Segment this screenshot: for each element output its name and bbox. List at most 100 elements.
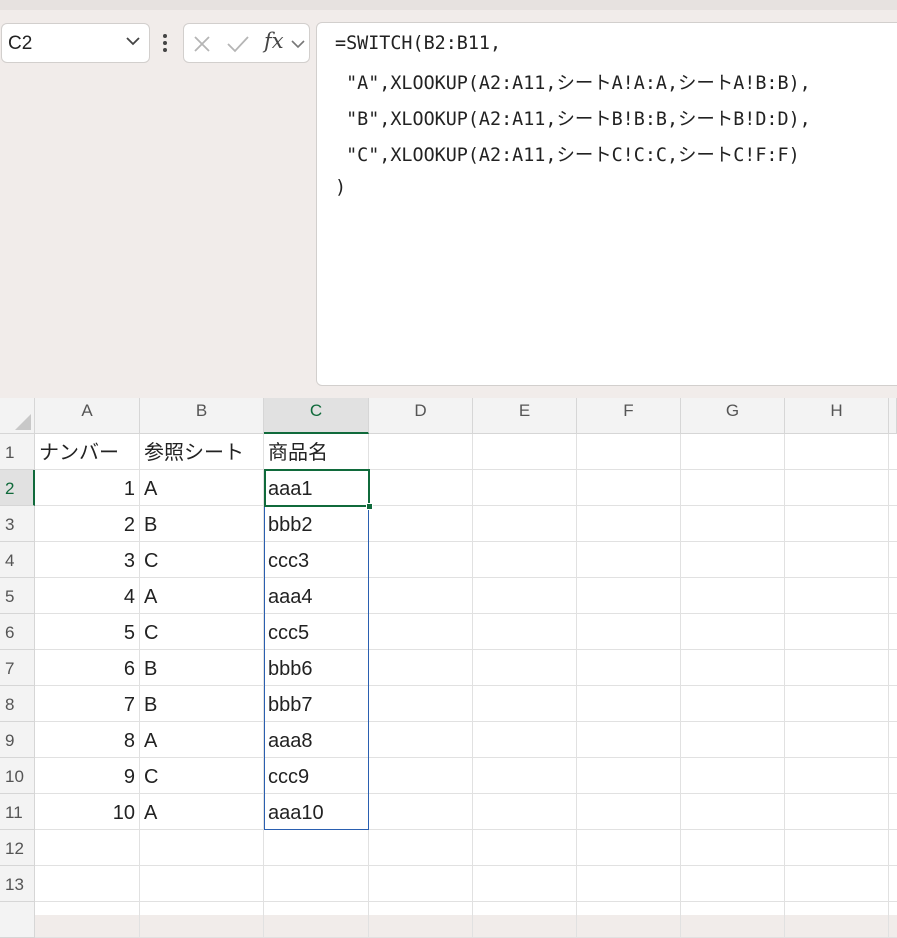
- column-header-a[interactable]: A: [35, 398, 140, 434]
- empty-cell[interactable]: [681, 794, 785, 830]
- empty-cell[interactable]: [889, 902, 897, 938]
- empty-cell[interactable]: [369, 902, 473, 938]
- column-header-g[interactable]: G: [681, 398, 785, 434]
- empty-cell[interactable]: [889, 578, 897, 614]
- cell-b3[interactable]: B: [140, 506, 264, 542]
- empty-cell[interactable]: [35, 902, 140, 938]
- empty-cell[interactable]: [369, 542, 473, 578]
- empty-cell[interactable]: [785, 794, 889, 830]
- empty-cell[interactable]: [577, 614, 681, 650]
- empty-cell[interactable]: [473, 434, 577, 470]
- worksheet-grid[interactable]: A B C D E F G H 1 2 3 4 5 6 7 8 9 10 11 …: [0, 398, 897, 938]
- column-header-e[interactable]: E: [473, 398, 577, 434]
- empty-cell[interactable]: [681, 902, 785, 938]
- empty-cell[interactable]: [577, 434, 681, 470]
- cancel-icon[interactable]: [192, 34, 212, 54]
- empty-cell[interactable]: [140, 902, 264, 938]
- cell-a8[interactable]: 7: [35, 686, 140, 722]
- empty-cell[interactable]: [681, 722, 785, 758]
- empty-cell[interactable]: [577, 830, 681, 866]
- empty-cell[interactable]: [785, 650, 889, 686]
- empty-cell[interactable]: [264, 902, 369, 938]
- empty-cell[interactable]: [681, 758, 785, 794]
- empty-cell[interactable]: [369, 506, 473, 542]
- empty-cell[interactable]: [889, 866, 897, 902]
- cell-a1[interactable]: ナンバー: [35, 434, 140, 470]
- cell-b5[interactable]: A: [140, 578, 264, 614]
- insert-function-icon[interactable]: fx: [264, 29, 284, 53]
- empty-cell[interactable]: [785, 614, 889, 650]
- empty-cell[interactable]: [889, 434, 897, 470]
- cell-b6[interactable]: C: [140, 614, 264, 650]
- empty-cell[interactable]: [785, 470, 889, 506]
- empty-cell[interactable]: [369, 758, 473, 794]
- empty-cell[interactable]: [577, 794, 681, 830]
- cell-b9[interactable]: A: [140, 722, 264, 758]
- empty-cell[interactable]: [785, 758, 889, 794]
- row-header-13[interactable]: 13: [0, 866, 35, 902]
- row-header-6[interactable]: 6: [0, 614, 35, 650]
- cell-b4[interactable]: C: [140, 542, 264, 578]
- empty-cell[interactable]: [473, 794, 577, 830]
- empty-cell[interactable]: [369, 866, 473, 902]
- empty-cell[interactable]: [577, 542, 681, 578]
- cell-a10[interactable]: 9: [35, 758, 140, 794]
- empty-cell[interactable]: [681, 614, 785, 650]
- empty-cell[interactable]: [264, 830, 369, 866]
- chevron-down-icon[interactable]: [290, 36, 306, 52]
- empty-cell[interactable]: [889, 614, 897, 650]
- cell-c11[interactable]: aaa10: [264, 794, 369, 830]
- cell-b11[interactable]: A: [140, 794, 264, 830]
- cell-c10[interactable]: ccc9: [264, 758, 369, 794]
- row-header-2[interactable]: 2: [0, 470, 35, 506]
- empty-cell[interactable]: [577, 650, 681, 686]
- empty-cell[interactable]: [35, 866, 140, 902]
- empty-cell[interactable]: [577, 722, 681, 758]
- empty-cell[interactable]: [473, 542, 577, 578]
- empty-cell[interactable]: [473, 506, 577, 542]
- row-header-5[interactable]: 5: [0, 578, 35, 614]
- empty-cell[interactable]: [473, 650, 577, 686]
- cell-c9[interactable]: aaa8: [264, 722, 369, 758]
- empty-cell[interactable]: [681, 830, 785, 866]
- column-header-c[interactable]: C: [264, 398, 369, 434]
- empty-cell[interactable]: [473, 614, 577, 650]
- cell-a6[interactable]: 5: [35, 614, 140, 650]
- column-header-b[interactable]: B: [140, 398, 264, 434]
- row-header-14[interactable]: [0, 902, 35, 938]
- empty-cell[interactable]: [889, 830, 897, 866]
- column-header-f[interactable]: F: [577, 398, 681, 434]
- empty-cell[interactable]: [785, 434, 889, 470]
- empty-cell[interactable]: [473, 758, 577, 794]
- cell-c1[interactable]: 商品名: [264, 434, 369, 470]
- row-header-12[interactable]: 12: [0, 830, 35, 866]
- empty-cell[interactable]: [369, 794, 473, 830]
- empty-cell[interactable]: [473, 722, 577, 758]
- empty-cell[interactable]: [577, 470, 681, 506]
- empty-cell[interactable]: [681, 542, 785, 578]
- cell-a11[interactable]: 10: [35, 794, 140, 830]
- empty-cell[interactable]: [577, 902, 681, 938]
- empty-cell[interactable]: [264, 866, 369, 902]
- cell-c3[interactable]: bbb2: [264, 506, 369, 542]
- empty-cell[interactable]: [785, 866, 889, 902]
- empty-cell[interactable]: [785, 830, 889, 866]
- empty-cell[interactable]: [681, 470, 785, 506]
- row-header-9[interactable]: 9: [0, 722, 35, 758]
- empty-cell[interactable]: [577, 758, 681, 794]
- empty-cell[interactable]: [785, 542, 889, 578]
- empty-cell[interactable]: [889, 506, 897, 542]
- cell-a5[interactable]: 4: [35, 578, 140, 614]
- empty-cell[interactable]: [785, 722, 889, 758]
- cell-a4[interactable]: 3: [35, 542, 140, 578]
- empty-cell[interactable]: [473, 470, 577, 506]
- empty-cell[interactable]: [785, 578, 889, 614]
- cell-a9[interactable]: 8: [35, 722, 140, 758]
- empty-cell[interactable]: [889, 542, 897, 578]
- empty-cell[interactable]: [473, 578, 577, 614]
- formula-input[interactable]: =SWITCH(B2:B11, "A",XLOOKUP(A2:A11,シートA!…: [316, 22, 897, 386]
- cell-c7[interactable]: bbb6: [264, 650, 369, 686]
- column-header-d[interactable]: D: [369, 398, 473, 434]
- empty-cell[interactable]: [369, 434, 473, 470]
- empty-cell[interactable]: [369, 614, 473, 650]
